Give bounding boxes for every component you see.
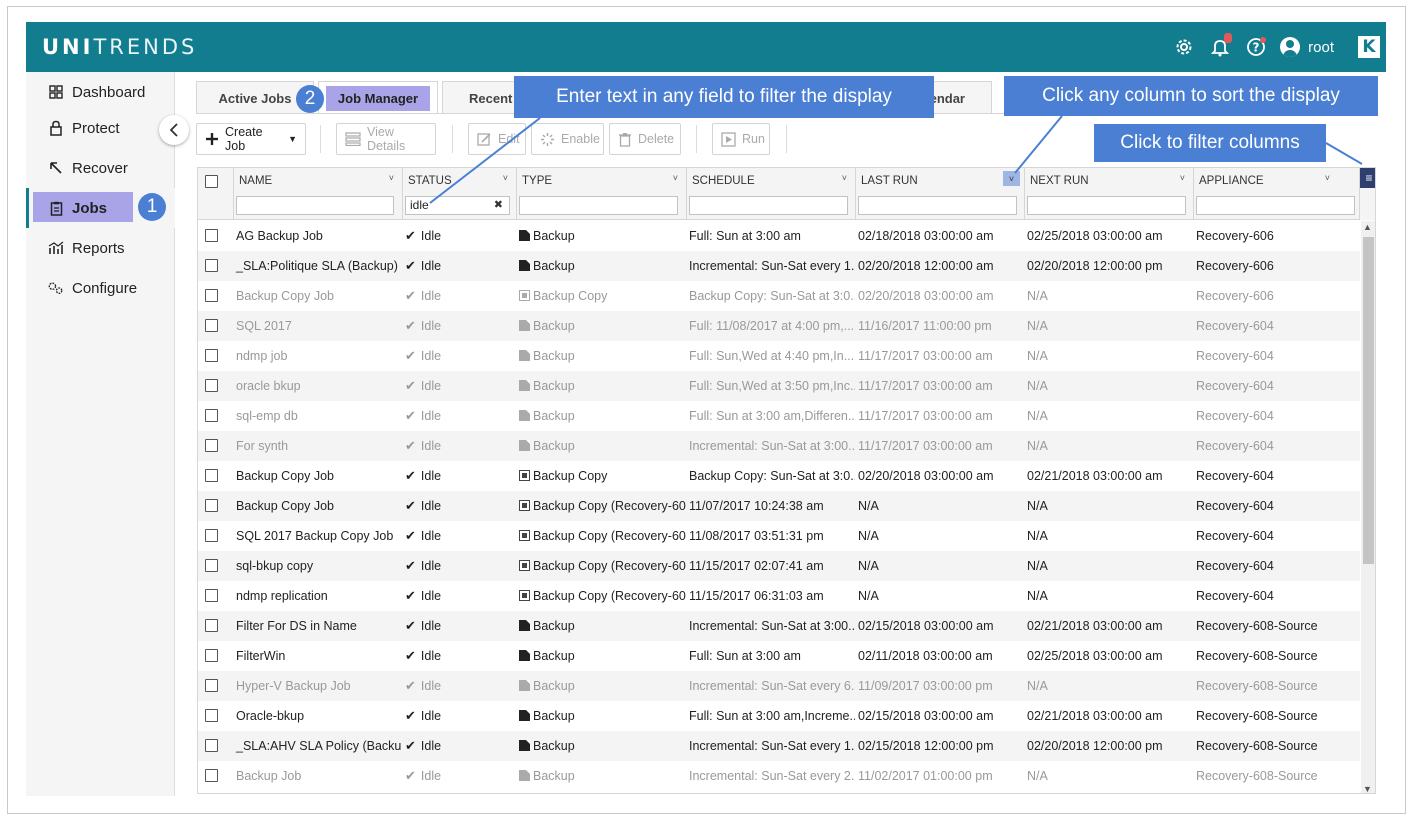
callout-sort: Click any column to sort the display — [1004, 76, 1378, 116]
callout-filter: Enter text in any field to filter the di… — [514, 76, 934, 118]
callout-columns-text: Click to filter columns — [1120, 132, 1300, 153]
callout-filter-text: Enter text in any field to filter the di… — [556, 86, 892, 107]
callout-columns: Click to filter columns — [1094, 124, 1326, 162]
callout-sort-text: Click any column to sort the display — [1042, 85, 1340, 106]
